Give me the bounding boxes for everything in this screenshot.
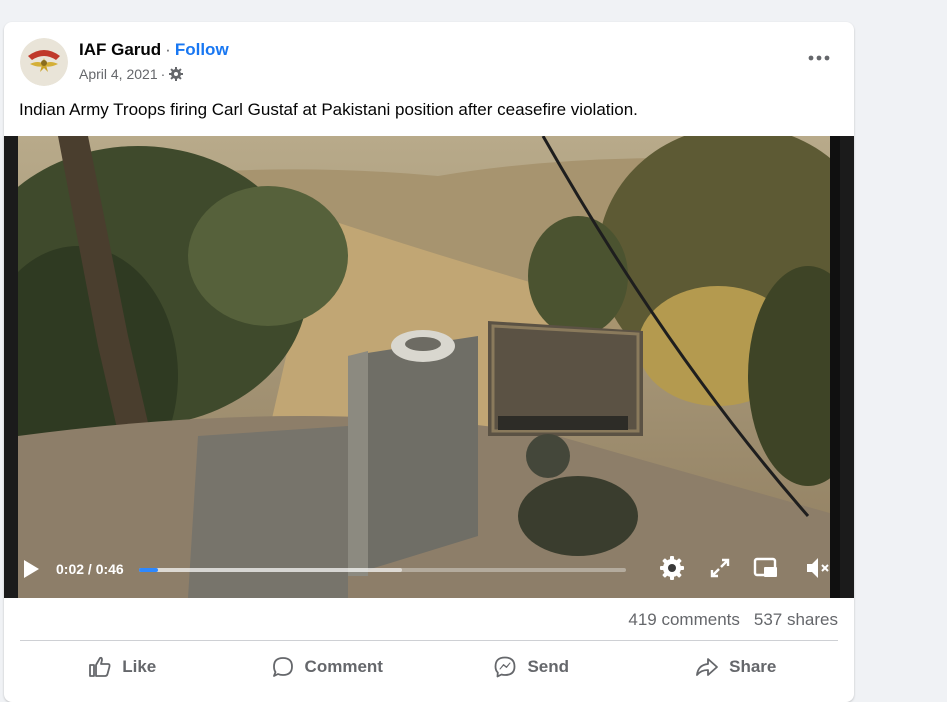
picture-in-picture-icon[interactable] — [752, 554, 780, 582]
separator-dot: · — [165, 40, 171, 59]
video-player[interactable]: 0:02 / 0:46 — [4, 136, 854, 598]
fullscreen-icon[interactable] — [706, 554, 734, 582]
comment-label: Comment — [304, 657, 383, 676]
post-caption: Indian Army Troops firing Carl Gustaf at… — [19, 100, 638, 119]
send-label: Send — [527, 657, 570, 676]
play-icon[interactable] — [20, 558, 42, 580]
author-line: IAF Garud · Follow — [79, 40, 229, 60]
messenger-icon — [495, 656, 516, 678]
comments-count[interactable]: 419 comments — [628, 610, 740, 629]
comment-icon — [272, 657, 293, 677]
post-date[interactable]: April 4, 2021 — [79, 66, 158, 82]
post-card: IAF Garud · Follow April 4, 2021 · Indian — [4, 22, 854, 702]
settings-icon[interactable] — [658, 554, 686, 582]
divider — [20, 640, 838, 641]
volume-muted-icon[interactable] — [804, 554, 832, 582]
share-label: Share — [729, 657, 777, 676]
video-time: 0:02 / 0:46 — [56, 561, 124, 577]
video-controls: 0:02 / 0:46 — [4, 536, 854, 598]
follow-button[interactable]: Follow — [175, 40, 229, 59]
meta-separator: · — [160, 66, 166, 82]
post-meta: April 4, 2021 · — [79, 66, 184, 82]
progress-buffered — [139, 568, 402, 572]
more-options-icon[interactable] — [804, 48, 834, 68]
like-icon — [89, 656, 111, 677]
avatar[interactable] — [20, 38, 68, 86]
author-name[interactable]: IAF Garud — [79, 40, 161, 59]
gear-icon — [168, 66, 184, 82]
post-stats: 419 comments 537 shares — [628, 610, 838, 630]
share-icon — [696, 658, 719, 676]
like-label: Like — [122, 657, 157, 676]
progress-played — [139, 568, 159, 572]
video-progress-bar[interactable] — [139, 568, 626, 572]
video-frame — [18, 136, 840, 598]
shares-count[interactable]: 537 shares — [754, 610, 838, 629]
